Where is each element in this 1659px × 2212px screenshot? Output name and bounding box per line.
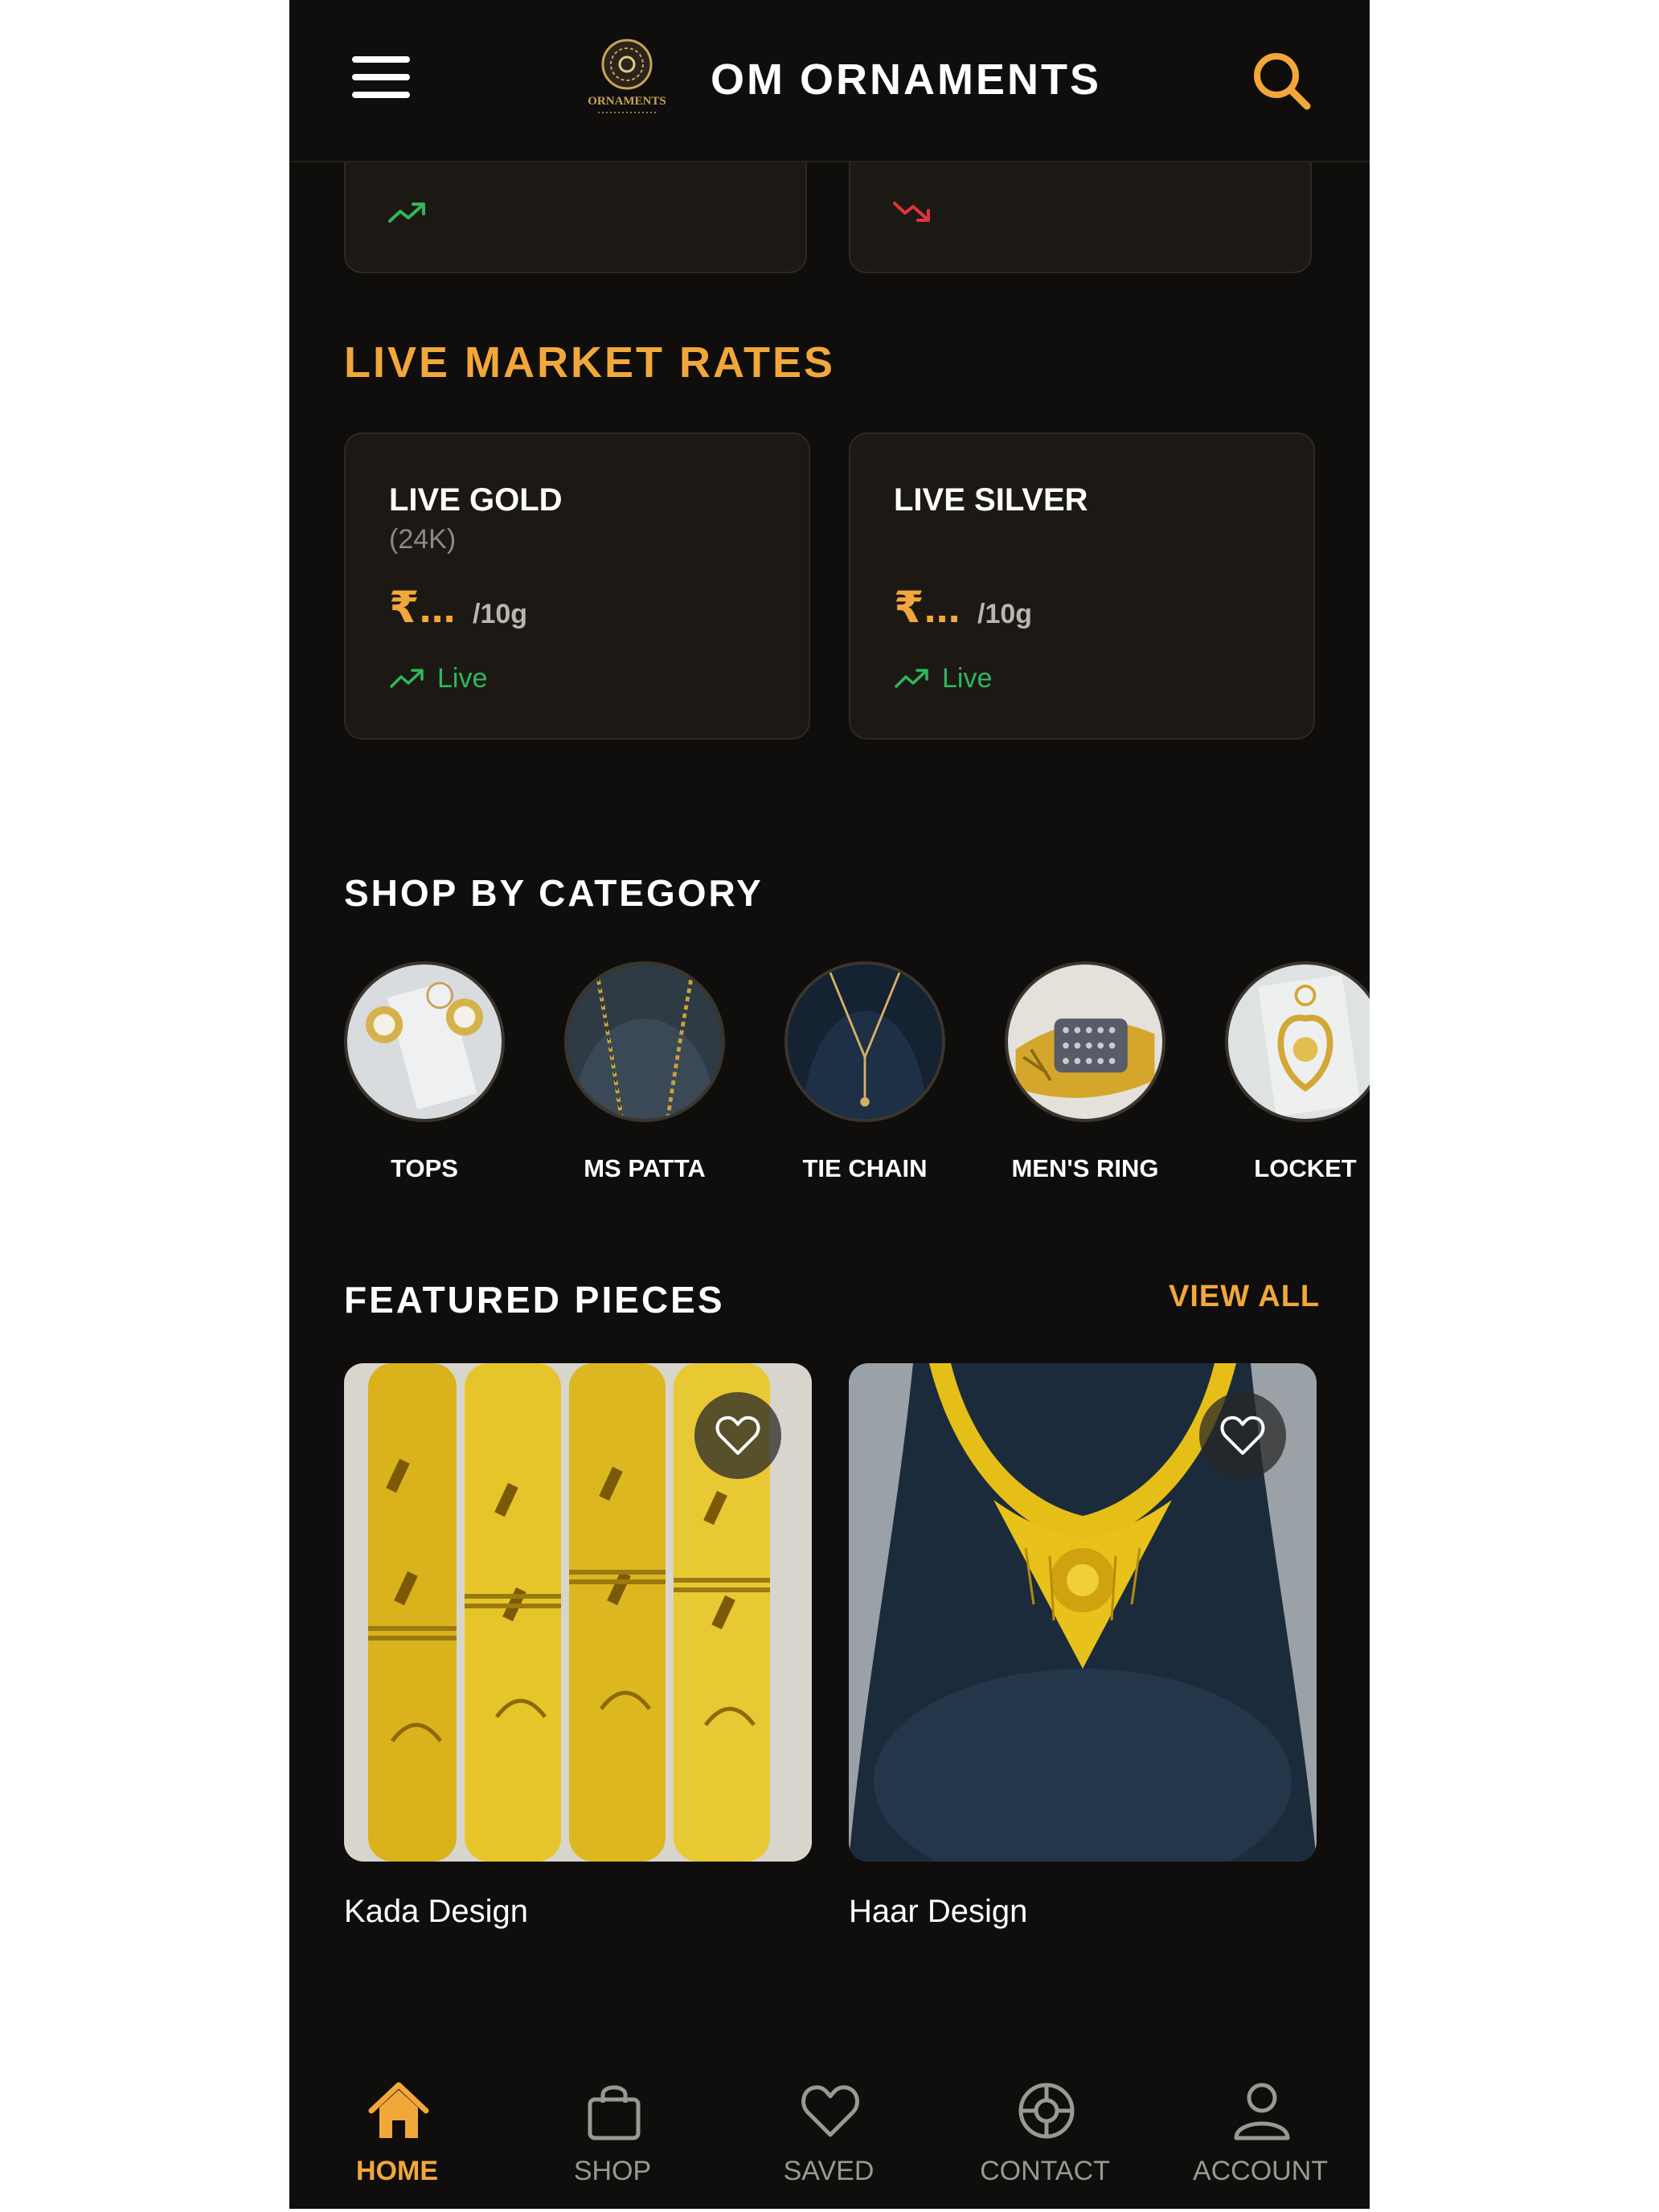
product-name[interactable]: Kada Design (344, 1894, 528, 1930)
live-market-title: LIVE MARKET RATES (344, 338, 836, 387)
category-ms-patta[interactable]: MS PATTA (556, 961, 733, 1194)
heart-icon (801, 2085, 859, 2137)
nav-contact[interactable]: CONTACT (937, 2058, 1153, 2209)
nav-label: SHOP (573, 2156, 652, 2186)
live-status: Live (894, 662, 992, 694)
live-status-label: Live (942, 662, 993, 694)
rate-name: LIVE SILVER (894, 482, 1088, 518)
rate-price: ₹... (389, 584, 456, 632)
rate-name: LIVE GOLD (389, 482, 563, 518)
category-label: MEN'S RING (1011, 1154, 1159, 1182)
brand-logo: ORNAMENTS (588, 39, 666, 113)
category-label: MS PATTA (584, 1154, 706, 1182)
nav-label: ACCOUNT (1192, 2156, 1329, 2186)
product-card-haar[interactable] (849, 1363, 1317, 1862)
hamburger-menu-icon[interactable] (352, 56, 413, 101)
live-status-label: Live (437, 662, 488, 694)
category-section-title: SHOP BY CATEGORY (344, 872, 764, 914)
user-icon (1234, 2083, 1290, 2140)
support-icon (1018, 2083, 1075, 2139)
search-icon[interactable] (1251, 50, 1312, 111)
bottom-navigation: HOME SHOP SAVED CONTACT ACCOUNT (289, 2058, 1370, 2209)
live-gold-card[interactable]: LIVE GOLD (24K) ₹... /10g Live (344, 432, 810, 739)
rate-price: ₹... (894, 584, 961, 632)
trend-down-icon (893, 202, 930, 222)
trend-up-icon (390, 669, 424, 688)
shopping-bag-icon (588, 2085, 641, 2140)
heart-icon (715, 1415, 760, 1455)
category-image (1225, 961, 1370, 1122)
nav-account[interactable]: ACCOUNT (1153, 2058, 1368, 2209)
view-all-link[interactable]: VIEW ALL (1169, 1280, 1320, 1314)
rate-unit: /10g (977, 599, 1033, 629)
category-image (1005, 961, 1165, 1122)
category-locket[interactable]: LOCKET (1217, 961, 1370, 1194)
nav-label: CONTACT (980, 2156, 1110, 2186)
category-mens-ring[interactable]: MEN'S RING (997, 961, 1174, 1194)
app-title: OM ORNAMENTS (711, 55, 1101, 104)
nav-label: HOME (356, 2156, 438, 2186)
favorite-button[interactable] (1199, 1392, 1286, 1479)
rate-unit: /10g (473, 599, 528, 629)
featured-section-title: FEATURED PIECES (344, 1279, 725, 1321)
product-name[interactable]: Haar Design (849, 1894, 1027, 1930)
nav-shop[interactable]: SHOP (505, 2058, 720, 2209)
category-label: TOPS (391, 1154, 458, 1182)
category-label: TIE CHAIN (802, 1154, 928, 1182)
app-header: ORNAMENTS OM ORNAMENTS (289, 0, 1370, 162)
rate-karat: (24K) (389, 524, 457, 555)
nav-home[interactable]: HOME (289, 2058, 505, 2209)
logo-text: ORNAMENTS (588, 95, 666, 108)
product-card-kada[interactable] (344, 1363, 812, 1862)
category-image (564, 961, 725, 1122)
category-image (344, 961, 505, 1122)
category-tops[interactable]: TOPS (336, 961, 513, 1194)
live-status: Live (389, 662, 487, 694)
trend-up-icon (895, 669, 928, 688)
heart-icon (1220, 1415, 1265, 1455)
app-screen: ORNAMENTS OM ORNAMENTS LIVE MARKET RATES… (289, 0, 1370, 2209)
home-icon (368, 2082, 429, 2138)
trend-up-icon (388, 203, 425, 223)
live-silver-card[interactable]: LIVE SILVER ₹... /10g Live (849, 432, 1315, 739)
category-tie-chain[interactable]: TIE CHAIN (776, 961, 953, 1194)
favorite-button[interactable] (694, 1392, 781, 1479)
nav-saved[interactable]: SAVED (721, 2058, 936, 2209)
nav-label: SAVED (783, 2156, 875, 2186)
category-image (784, 961, 945, 1122)
category-label: LOCKET (1254, 1154, 1357, 1182)
